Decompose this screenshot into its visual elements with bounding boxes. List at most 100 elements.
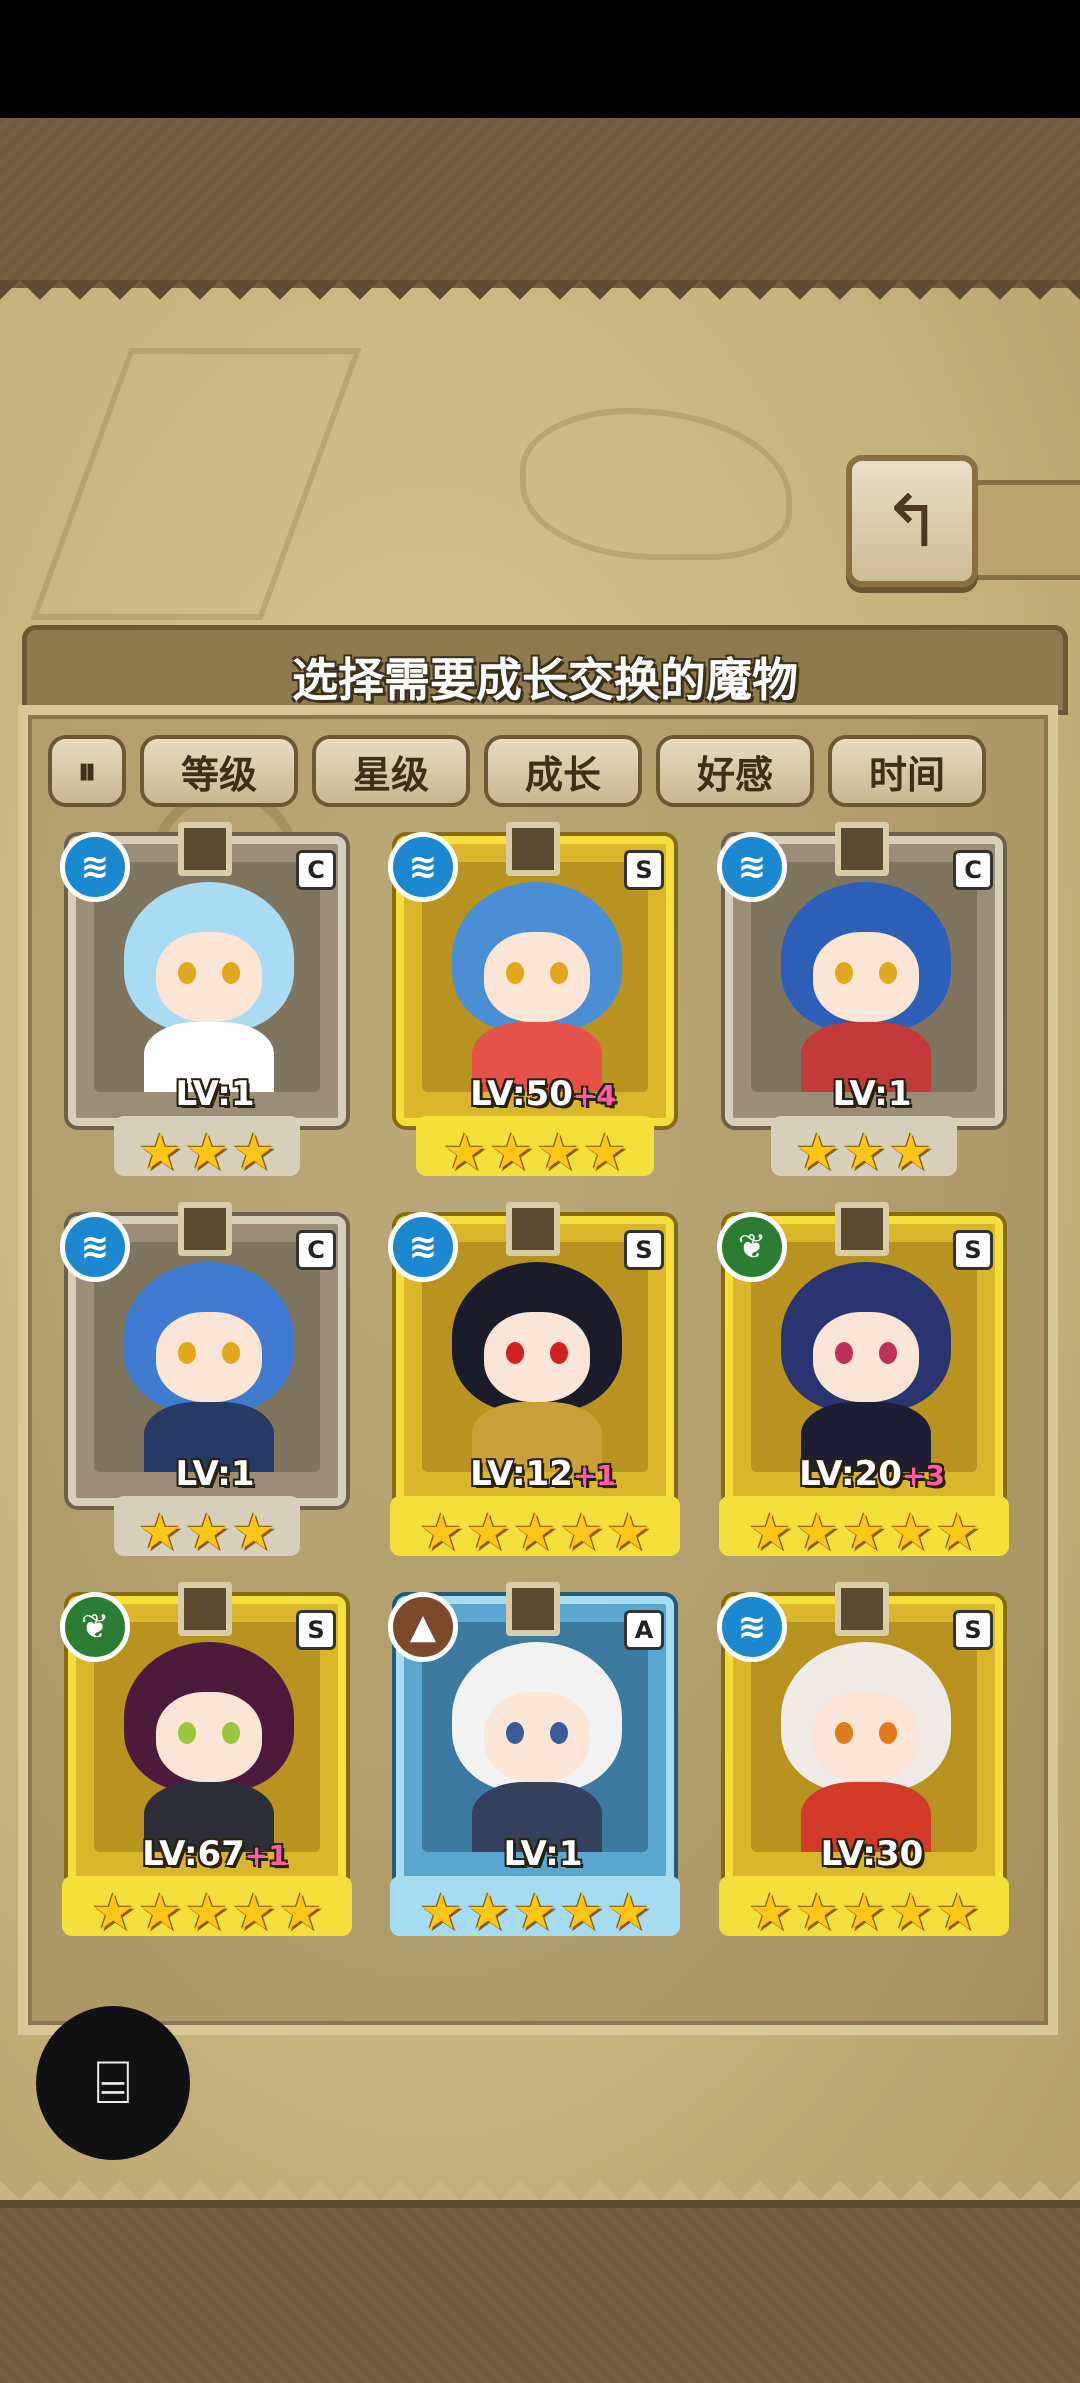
monster-eye (506, 962, 524, 984)
back-button[interactable]: ↰ (846, 455, 978, 587)
star-icon: ★ (137, 1503, 183, 1561)
rank-badge: S (624, 1230, 664, 1270)
map-decoration (30, 348, 362, 620)
level-text: LV:12 (470, 1454, 573, 1494)
monster-card[interactable]: LV:20+3 ★ ★ ★ ★ ★ ❦ S (717, 1202, 1011, 1562)
back-arrow-icon: ↰ (881, 479, 943, 563)
select-checkbox[interactable] (835, 1582, 889, 1636)
monster-level: LV:1 (733, 1074, 1011, 1114)
monster-level: LV:1 (76, 1074, 354, 1114)
monster-eye (835, 1722, 853, 1744)
monster-card[interactable]: LV:30 ★ ★ ★ ★ ★ ≋ S (717, 1582, 1011, 1942)
select-checkbox[interactable] (835, 822, 889, 876)
star-icon: ★ (606, 1503, 652, 1561)
sort-time-button[interactable]: 时间 (828, 735, 986, 807)
water-element-icon: ≋ (388, 832, 458, 902)
panel-title: 选择需要成长交换的魔物 (292, 653, 798, 707)
monster-eye (550, 962, 568, 984)
star-icon: ★ (137, 1883, 183, 1941)
star-icon: ★ (465, 1883, 511, 1941)
monster-card[interactable]: LV:1 ★ ★ ★ ≋ C (60, 1202, 354, 1562)
monster-face (813, 932, 919, 1022)
monster-card[interactable]: LV:67+1 ★ ★ ★ ★ ★ ❦ S (60, 1582, 354, 1942)
star-icon: ★ (747, 1503, 793, 1561)
monster-level: LV:67+1 (76, 1834, 354, 1874)
monster-eye (178, 1722, 196, 1744)
rank-badge: S (296, 1610, 336, 1650)
star-rating: ★ ★ ★ ★ ★ (717, 1504, 1011, 1560)
star-icon: ★ (278, 1883, 324, 1941)
monster-level: LV:30 (733, 1834, 1011, 1874)
monster-card[interactable]: LV:50+4 ★ ★ ★ ★ ≋ S (388, 822, 682, 1182)
torn-edge-bottom (0, 2160, 1080, 2204)
sort-level-button[interactable]: 等级 (140, 735, 298, 807)
star-icon: ★ (512, 1503, 558, 1561)
star-icon: ★ (231, 1123, 277, 1181)
star-icon: ★ (184, 1883, 230, 1941)
select-checkbox[interactable] (506, 1582, 560, 1636)
sort-order-toggle[interactable]: ⏸ (48, 735, 126, 807)
star-rating: ★ ★ ★ (717, 1124, 1011, 1180)
level-text: LV:67 (142, 1834, 245, 1874)
sort-star-button[interactable]: 星级 (312, 735, 470, 807)
level-text: LV:20 (799, 1454, 902, 1494)
status-bar (0, 0, 1080, 118)
monster-card[interactable]: LV:12+1 ★ ★ ★ ★ ★ ≋ S (388, 1202, 682, 1562)
star-icon: ★ (184, 1123, 230, 1181)
monster-card[interactable]: LV:1 ★ ★ ★ ≋ C (717, 822, 1011, 1182)
star-icon: ★ (231, 1883, 277, 1941)
star-icon: ★ (137, 1123, 183, 1181)
monster-face (156, 1692, 262, 1782)
monster-card[interactable]: LV:1 ★ ★ ★ ★ ★ ▲ A (388, 1582, 682, 1942)
sort-bar: ⏸ 等级 星级 成长 好感 时间 (48, 735, 1008, 809)
star-icon: ★ (935, 1883, 981, 1941)
select-checkbox[interactable] (178, 822, 232, 876)
star-rating: ★ ★ ★ ★ ★ (717, 1884, 1011, 1940)
monster-portrait (751, 862, 977, 1092)
monster-portrait (422, 1622, 648, 1852)
select-checkbox[interactable] (506, 1202, 560, 1256)
monster-level: LV:1 (404, 1834, 682, 1874)
monster-eye (222, 1722, 240, 1744)
select-checkbox[interactable] (835, 1202, 889, 1256)
monster-level: LV:1 (76, 1454, 354, 1494)
star-icon: ★ (888, 1883, 934, 1941)
select-checkbox[interactable] (506, 822, 560, 876)
star-rating: ★ ★ ★ ★ ★ (388, 1884, 682, 1940)
monster-card[interactable]: LV:1 ★ ★ ★ ≋ C (60, 822, 354, 1182)
monster-face (813, 1692, 919, 1782)
star-icon: ★ (442, 1123, 488, 1181)
star-icon: ★ (841, 1503, 887, 1561)
sort-growth-button[interactable]: 成长 (484, 735, 642, 807)
star-rating: ★ ★ ★ ★ ★ (388, 1504, 682, 1560)
level-bonus: +4 (572, 1079, 616, 1112)
monster-eye (178, 1342, 196, 1364)
rank-badge: C (296, 850, 336, 890)
select-checkbox[interactable] (178, 1582, 232, 1636)
star-icon: ★ (888, 1123, 934, 1181)
level-bonus: +3 (901, 1459, 945, 1492)
level-text: LV:50 (470, 1074, 573, 1114)
floating-screenshot-button[interactable]: ⌸ (36, 2006, 190, 2160)
monster-level: LV:12+1 (404, 1454, 682, 1494)
monster-portrait (751, 1242, 977, 1472)
monster-portrait (422, 862, 648, 1092)
monster-eye (550, 1342, 568, 1364)
water-element-icon: ≋ (60, 832, 130, 902)
star-icon: ★ (747, 1883, 793, 1941)
water-element-icon: ≋ (60, 1212, 130, 1282)
star-icon: ★ (559, 1883, 605, 1941)
select-checkbox[interactable] (178, 1202, 232, 1256)
level-text: LV:30 (820, 1834, 924, 1874)
rank-badge: C (953, 850, 993, 890)
monster-face (156, 932, 262, 1022)
map-banner-top (0, 118, 1080, 296)
monster-eye (835, 962, 853, 984)
rank-badge: S (953, 1230, 993, 1270)
sort-affection-button[interactable]: 好感 (656, 735, 814, 807)
star-icon: ★ (184, 1503, 230, 1561)
map-decoration (520, 408, 792, 560)
level-text: LV:1 (175, 1074, 255, 1114)
monster-level: LV:20+3 (733, 1454, 1011, 1494)
star-icon: ★ (935, 1503, 981, 1561)
